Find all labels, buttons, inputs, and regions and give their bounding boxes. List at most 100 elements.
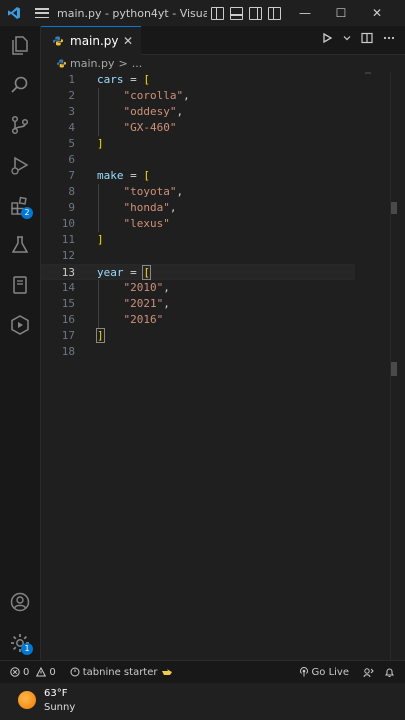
run-options-chevron-down-icon[interactable] (343, 34, 351, 42)
code-token: "corolla" (123, 89, 184, 102)
account-feedback-icon[interactable] (363, 667, 374, 678)
line-number: 3 (68, 105, 75, 118)
broadcast-icon (299, 667, 308, 677)
line-number: 15 (61, 297, 75, 310)
code-token: "toyota" (123, 185, 177, 198)
code-line[interactable]: 1 cars = [ (41, 72, 355, 88)
code-token: "2010" (123, 281, 164, 294)
breadcrumb-python-icon (57, 58, 66, 68)
deploy-icon[interactable] (9, 314, 31, 336)
split-editor-icon[interactable] (361, 32, 373, 44)
line-number: 18 (61, 345, 75, 358)
run-python-file-icon[interactable] (321, 32, 333, 44)
code-token: "2021" (123, 297, 164, 310)
error-count: 0 (23, 666, 30, 678)
explorer-icon[interactable] (9, 34, 31, 56)
go-live-status[interactable]: Go Live (299, 667, 349, 678)
code-line[interactable]: 12 (41, 248, 355, 264)
testing-icon[interactable] (9, 234, 31, 256)
weather-description[interactable]: Sunny (44, 702, 75, 713)
indent-guide (98, 280, 99, 328)
code-line[interactable]: 4 "GX-460" (41, 120, 355, 136)
tab-main-py[interactable]: main.py ✕ (41, 26, 141, 55)
error-icon (10, 667, 20, 677)
run-debug-icon[interactable] (9, 154, 31, 176)
breadcrumb-symbols[interactable]: ... (132, 57, 143, 70)
line-number: 9 (68, 201, 75, 214)
overview-ruler-mark (391, 362, 397, 376)
code-line[interactable]: 8 "toyota", (41, 184, 355, 200)
toggle-panel-icon[interactable] (230, 6, 243, 20)
minimize-button[interactable]: — (287, 6, 323, 20)
line-number: 2 (68, 89, 75, 102)
code-line[interactable]: 5] (41, 136, 355, 152)
breadcrumb-file[interactable]: main.py (70, 57, 114, 70)
menu-hamburger-icon[interactable] (35, 8, 49, 18)
code-line[interactable]: 18 (41, 344, 355, 360)
code-token: year (97, 266, 124, 279)
code-token: "2016" (123, 313, 164, 326)
code-token: , (163, 297, 170, 310)
line-number: 7 (68, 169, 75, 182)
code-token: [ (143, 169, 150, 182)
more-actions-icon[interactable] (383, 32, 395, 44)
toggle-secondary-sidebar-icon[interactable] (249, 6, 262, 20)
code-line[interactable]: 3 "oddesy", (41, 104, 355, 120)
line-number: 17 (61, 329, 75, 342)
tabnine-status[interactable]: tabnine starter (70, 667, 173, 678)
close-window-button[interactable]: ✕ (359, 6, 395, 20)
problems-status[interactable]: 0 0 (10, 667, 56, 678)
code-token: ] (97, 137, 104, 150)
code-token: = (123, 73, 144, 86)
code-token: , (176, 185, 184, 198)
line-number: 16 (61, 313, 75, 326)
status-bar: 0 0 tabnine starter Go Live (0, 660, 405, 683)
code-token: = (123, 266, 144, 279)
code-line[interactable]: 10 "lexus" (41, 216, 355, 232)
sunny-weather-icon[interactable] (18, 691, 36, 709)
code-token: ] (97, 233, 104, 246)
code-token: , (163, 281, 170, 294)
indent-guide (98, 88, 99, 136)
customize-layout-icon[interactable] (268, 6, 281, 20)
line-number: 1 (68, 73, 75, 86)
account-icon[interactable] (9, 591, 31, 613)
code-line[interactable]: 7 make = [ (41, 168, 355, 184)
code-line[interactable]: 15 "2021", (41, 296, 355, 312)
python-file-icon (53, 36, 63, 46)
minimap-slider[interactable] (365, 72, 371, 74)
code-line[interactable]: 17] (41, 328, 355, 344)
weather-temperature[interactable]: 63°F (44, 688, 67, 699)
line-number: 10 (61, 217, 75, 230)
remote-explorer-icon[interactable] (9, 274, 31, 296)
code-line[interactable]: 11] (41, 232, 355, 248)
notifications-bell-icon[interactable] (384, 667, 395, 678)
manage-badge: 1 (21, 643, 33, 655)
code-line[interactable]: 13 year = [ (41, 264, 355, 280)
warning-count: 0 (49, 666, 56, 678)
maximize-button[interactable]: ☐ (323, 6, 359, 20)
editor-tabs: main.py ✕ (41, 26, 405, 55)
code-editor[interactable]: 1 cars = [2 "corolla", 3 "oddesy", 4 "GX-46… (41, 72, 405, 660)
code-line[interactable]: 9 "honda", (41, 200, 355, 216)
source-control-icon[interactable] (9, 114, 31, 136)
tabnine-icon (70, 667, 80, 677)
editor-scrollbar[interactable] (365, 72, 405, 660)
code-line[interactable]: 16 "2016" (41, 312, 355, 328)
search-icon[interactable] (9, 74, 31, 96)
toggle-primary-sidebar-icon[interactable] (211, 6, 224, 20)
code-token: [ (142, 265, 151, 280)
code-token: [ (143, 73, 150, 86)
tab-close-button[interactable]: ✕ (123, 34, 133, 48)
line-number: 6 (68, 153, 75, 166)
extensions-badge: 2 (21, 207, 33, 219)
code-line[interactable]: 6 (41, 152, 355, 168)
warning-icon (36, 667, 47, 677)
code-line[interactable]: 14 "2010", (41, 280, 355, 296)
code-line[interactable]: 2 "corolla", (41, 88, 355, 104)
